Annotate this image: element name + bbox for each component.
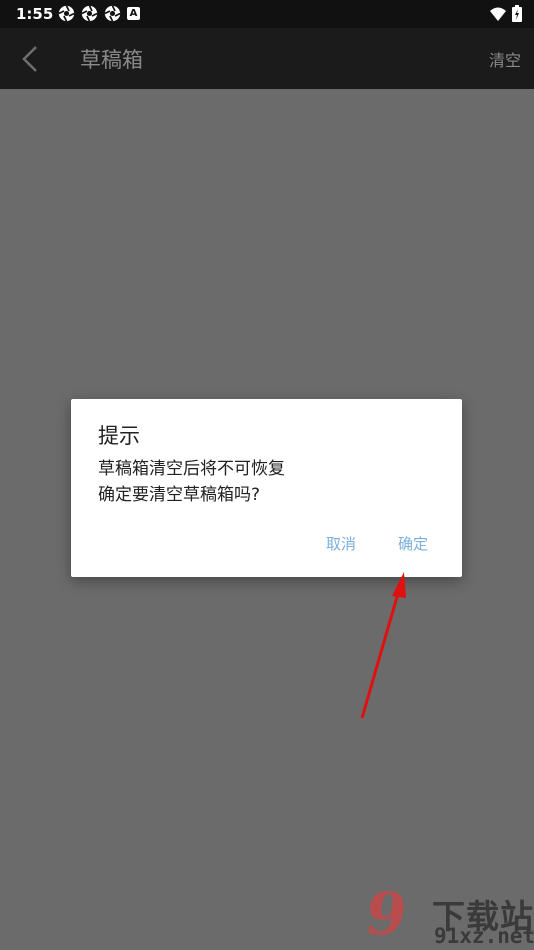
aperture-icon: [58, 5, 75, 22]
a-badge-icon: A: [127, 7, 140, 20]
watermark: 9 下载站 91xz.net: [361, 880, 534, 950]
battery-charging-icon: [512, 5, 522, 22]
aperture-icon: [81, 5, 98, 22]
status-bar: 1:55 A: [0, 0, 534, 28]
status-notification-icons: A: [58, 5, 140, 22]
confirm-button[interactable]: 确定: [398, 533, 428, 554]
watermark-url: 91xz.net: [434, 924, 534, 948]
aperture-icon: [104, 5, 121, 22]
dialog-message-line-1: 草稿箱清空后将不可恢复: [98, 459, 285, 479]
wifi-icon: [490, 7, 506, 21]
status-time: 1:55: [16, 5, 54, 23]
back-arrow-icon[interactable]: [14, 44, 44, 74]
dialog-message: 草稿箱清空后将不可恢复 确定要清空草稿箱吗?: [98, 456, 285, 508]
dialog-title: 提示: [98, 424, 140, 448]
page-title: 草稿箱: [80, 48, 143, 72]
dialog-message-line-2: 确定要清空草稿箱吗?: [98, 485, 261, 505]
clear-button[interactable]: 清空: [489, 47, 521, 71]
app-bar: 草稿箱 清空: [0, 28, 534, 89]
status-system-icons: [490, 5, 522, 22]
watermark-logo: 9: [361, 880, 412, 948]
confirm-dialog: 提示 草稿箱清空后将不可恢复 确定要清空草稿箱吗? 取消 确定: [71, 399, 462, 577]
cancel-button[interactable]: 取消: [326, 533, 356, 554]
